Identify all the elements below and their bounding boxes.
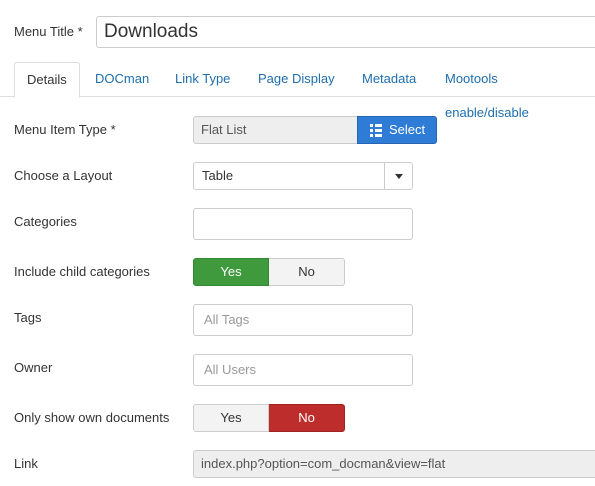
tags-input[interactable]: All Tags — [193, 304, 413, 336]
include-child-toggle: Yes No — [193, 258, 345, 286]
own-documents-toggle: Yes No — [193, 404, 345, 432]
categories-input[interactable] — [193, 208, 413, 240]
tab-page-display[interactable]: Page Display — [246, 62, 347, 97]
own-documents-label: Only show own documents — [14, 410, 170, 425]
link-field: index.php?option=com_docman&view=flat — [193, 450, 595, 478]
tags-label: Tags — [14, 310, 42, 325]
layout-select-value: Table — [202, 168, 234, 183]
include-child-label: Include child categories — [14, 264, 150, 279]
tags-placeholder: All Tags — [204, 312, 250, 327]
include-child-no-button[interactable]: No — [269, 258, 345, 286]
list-icon — [370, 123, 382, 137]
owner-label: Owner — [14, 360, 53, 375]
tab-details[interactable]: Details — [14, 62, 80, 98]
menu-item-type-field: Flat List — [193, 116, 359, 144]
layout-select[interactable]: Table — [193, 162, 413, 190]
include-child-yes-button[interactable]: Yes — [193, 258, 269, 286]
tab-mootools[interactable]: Mootools enable/disable — [433, 62, 595, 120]
categories-label: Categories — [14, 214, 77, 229]
tab-metadata[interactable]: Metadata — [350, 62, 428, 97]
layout-label: Choose a Layout — [14, 168, 113, 183]
select-button[interactable]: Select — [357, 116, 438, 144]
owner-placeholder: All Users — [204, 362, 257, 377]
link-label: Link — [14, 456, 38, 471]
tab-link-type[interactable]: Link Type — [163, 62, 242, 97]
menu-item-type-label: Menu Item Type * — [14, 122, 116, 137]
caret-down-icon — [394, 173, 403, 179]
layout-dropdown-toggle[interactable] — [384, 163, 412, 189]
own-documents-no-button[interactable]: No — [269, 404, 345, 432]
menu-title-input[interactable]: Downloads — [96, 16, 595, 48]
tab-bar: Details DOCman Link Type Page Display Me… — [0, 62, 595, 120]
select-button-label: Select — [389, 122, 426, 137]
menu-title-label: Menu Title * — [14, 24, 83, 39]
own-documents-yes-button[interactable]: Yes — [193, 404, 269, 432]
tab-docman[interactable]: DOCman — [83, 62, 161, 97]
owner-input[interactable]: All Users — [193, 354, 413, 386]
